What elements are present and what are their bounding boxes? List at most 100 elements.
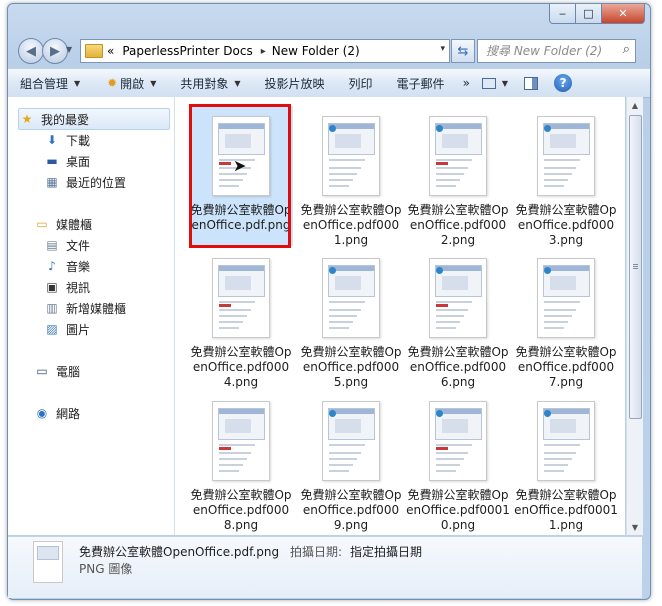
- sidebar-item-network[interactable]: ◉ 網路: [34, 403, 80, 423]
- navigation-pane: ★ 我的最愛 ⬇ 下載 ▬ 桌面 ▦ 最近的位置 ▭ 媒體櫃 ▤ 文件 ♪ 音樂…: [8, 97, 175, 535]
- search-icon[interactable]: ⌕: [623, 42, 630, 57]
- refresh-icon: ⇆: [457, 43, 469, 59]
- file-thumbnail: [212, 258, 270, 338]
- chevron-down-icon: ▼: [74, 78, 81, 88]
- breadcrumb-chevron-icon[interactable]: ▸: [261, 46, 266, 57]
- vertical-scrollbar[interactable]: ▲ ▼: [626, 97, 643, 535]
- sidebar-item-new-library[interactable]: ▥ 新增媒體櫃: [44, 298, 126, 318]
- forward-button[interactable]: ▶: [42, 38, 68, 64]
- file-item[interactable]: 免費辦公室軟體OpenOffice.pdf0007.png: [514, 248, 618, 389]
- sidebar-item-label: 電腦: [56, 364, 81, 379]
- sidebar-item-label: 音樂: [66, 259, 91, 274]
- file-item[interactable]: 免費辦公室軟體OpenOffice.pdf0005.png: [299, 248, 403, 389]
- print-button[interactable]: 列印: [337, 75, 385, 92]
- file-item[interactable]: 免費辦公室軟體OpenOffice.pdf0009.png: [299, 391, 403, 532]
- sidebar-item-label: 媒體櫃: [56, 217, 93, 232]
- file-item[interactable]: 免費辦公室軟體OpenOffice.pdf0008.png: [189, 391, 293, 532]
- sidebar-item-label: 桌面: [66, 154, 91, 169]
- details-pane: 免費辦公室軟體OpenOffice.pdf.png 拍攝日期: 指定拍攝日期 P…: [8, 536, 642, 598]
- more-commands-button[interactable]: »: [457, 76, 476, 90]
- sidebar-item-pictures[interactable]: ▨ 圖片: [44, 319, 90, 339]
- refresh-button[interactable]: ⇆: [451, 39, 475, 63]
- view-options-button[interactable]: ▼: [476, 77, 514, 89]
- address-dropdown-icon[interactable]: ▾: [440, 44, 445, 54]
- address-overflow[interactable]: «: [107, 44, 114, 58]
- star-icon: ★: [21, 112, 33, 126]
- file-item[interactable]: 免費辦公室軟體OpenOffice.pdf00010.png: [406, 391, 510, 532]
- library-icon: ▭: [36, 217, 48, 231]
- maximize-button[interactable]: □: [575, 4, 602, 24]
- details-date-value[interactable]: 指定拍攝日期: [350, 543, 422, 560]
- address-bar[interactable]: « PaperlessPrinter Docs ▸ New Folder (2)…: [80, 39, 450, 63]
- sidebar-item-label: 網路: [56, 406, 81, 421]
- file-item[interactable]: 免費辦公室軟體OpenOffice.pdf0006.png: [406, 248, 510, 389]
- file-preview-thumbnail: [33, 541, 63, 583]
- slideshow-button[interactable]: 投影片放映: [253, 75, 337, 92]
- email-button[interactable]: 電子郵件: [385, 75, 457, 92]
- scroll-up-icon[interactable]: ▲: [627, 97, 643, 113]
- downloads-icon: ⬇: [46, 133, 58, 147]
- folder-icon: [85, 44, 103, 58]
- preview-pane-button[interactable]: [514, 76, 548, 90]
- sidebar-item-recent-places[interactable]: ▦ 最近的位置: [44, 172, 126, 192]
- sidebar-item-downloads[interactable]: ⬇ 下載: [44, 130, 90, 150]
- file-item[interactable]: 免費辦公室軟體OpenOffice.pdf0003.png: [514, 106, 618, 247]
- file-thumbnail: [429, 258, 487, 338]
- video-icon: ▣: [46, 280, 58, 294]
- search-box[interactable]: ⌕: [477, 39, 636, 63]
- scrollbar-thumb[interactable]: [629, 115, 642, 419]
- file-name-label: 免費辦公室軟體OpenOffice.pdf00010.png: [406, 488, 510, 532]
- share-label: 共用對象: [180, 76, 229, 91]
- file-thumbnail: [429, 116, 487, 196]
- organize-label: 組合管理: [20, 76, 69, 91]
- close-button[interactable]: ✕: [601, 4, 645, 24]
- forward-arrow-icon: ▶: [50, 43, 60, 59]
- sidebar-item-computer[interactable]: ▭ 電腦: [34, 361, 80, 381]
- share-button[interactable]: 共用對象 ▼: [168, 75, 252, 92]
- sidebar-item-label: 文件: [66, 238, 91, 253]
- recent-pages-dropdown[interactable]: ▼: [66, 45, 72, 54]
- sidebar-item-libraries[interactable]: ▭ 媒體櫃: [34, 214, 92, 234]
- file-thumbnail: [212, 401, 270, 481]
- scroll-down-icon[interactable]: ▼: [627, 519, 643, 535]
- documents-icon: ▤: [46, 238, 58, 252]
- sidebar-item-label: 新增媒體櫃: [66, 301, 127, 316]
- search-input[interactable]: [484, 43, 618, 59]
- sidebar-item-video[interactable]: ▣ 視訊: [44, 277, 90, 297]
- open-button[interactable]: ✹ 開啟 ▼: [92, 75, 168, 92]
- chevron-down-icon: ▼: [234, 78, 241, 88]
- file-name-label: 免費辦公室軟體OpenOffice.pdf0007.png: [515, 345, 617, 389]
- sidebar-item-favorites[interactable]: ★ 我的最愛: [18, 108, 170, 130]
- minimize-button[interactable]: ‒: [549, 4, 576, 24]
- file-item[interactable]: 免費辦公室軟體OpenOffice.pdf0002.png: [406, 106, 510, 247]
- sidebar-item-label: 視訊: [66, 280, 91, 295]
- sidebar-item-music[interactable]: ♪ 音樂: [44, 256, 90, 276]
- file-thumbnail: [322, 116, 380, 196]
- desktop-icon: ▬: [46, 154, 58, 168]
- sidebar-item-desktop[interactable]: ▬ 桌面: [44, 151, 90, 171]
- chevron-down-icon: ▼: [150, 78, 157, 88]
- file-name-label: 免費辦公室軟體OpenOffice.pdf0009.png: [300, 488, 402, 532]
- sidebar-item-label: 我的最愛: [41, 112, 90, 127]
- breadcrumb-new-folder-2[interactable]: New Folder (2): [272, 44, 360, 58]
- view-icon: [481, 77, 496, 89]
- back-button[interactable]: ◀: [18, 38, 44, 64]
- selection-highlight-annotation: [189, 104, 291, 248]
- mouse-cursor-icon: ➤: [233, 156, 247, 175]
- help-button[interactable]: ?: [548, 74, 578, 92]
- file-name-label: 免費辦公室軟體OpenOffice.pdf0006.png: [407, 345, 509, 389]
- sidebar-item-documents[interactable]: ▤ 文件: [44, 235, 90, 255]
- music-icon: ♪: [48, 259, 56, 273]
- sidebar-item-label: 最近的位置: [66, 175, 127, 190]
- recent-places-icon: ▦: [46, 175, 58, 189]
- file-item[interactable]: 免費辦公室軟體OpenOffice.pdf00011.png: [514, 391, 618, 532]
- file-thumbnail: [537, 401, 595, 481]
- details-filename: 免費辦公室軟體OpenOffice.pdf.png: [79, 545, 280, 559]
- file-item[interactable]: 免費辦公室軟體OpenOffice.pdf0004.png: [189, 248, 293, 389]
- file-name-label: 免費辦公室軟體OpenOffice.pdf0001.png: [300, 203, 402, 247]
- breadcrumb-paperlessprinter-docs[interactable]: PaperlessPrinter Docs: [122, 44, 252, 58]
- file-name-label: 免費辦公室軟體OpenOffice.pdf0008.png: [190, 488, 292, 532]
- organize-button[interactable]: 組合管理 ▼: [8, 75, 92, 92]
- file-item[interactable]: 免費辦公室軟體OpenOffice.pdf0001.png: [299, 106, 403, 247]
- file-thumbnail: [429, 401, 487, 481]
